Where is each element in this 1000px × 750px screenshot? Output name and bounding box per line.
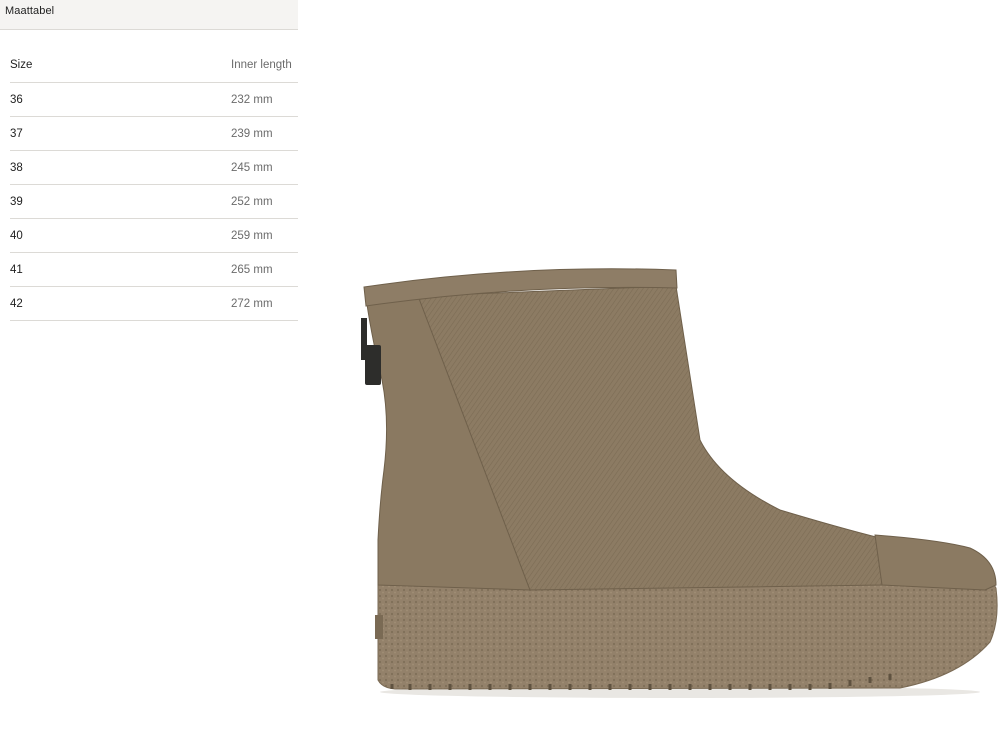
table-header-row: Size Inner length [10, 47, 298, 83]
inner-length-cell: 239 mm [231, 116, 298, 151]
table-row: 41 265 mm [10, 252, 298, 287]
header-size: Size [10, 47, 231, 83]
page: Maattabel Size Inner length 36 232 mm 37… [0, 0, 1000, 750]
panel-header: Maattabel [0, 0, 298, 30]
table-row: 36 232 mm [10, 82, 298, 117]
table-row: 38 245 mm [10, 150, 298, 185]
inner-length-cell: 259 mm [231, 218, 298, 253]
size-cell: 36 [10, 82, 231, 117]
panel-title: Maattabel [5, 5, 55, 17]
inner-length-cell: 232 mm [231, 82, 298, 117]
inner-length-cell: 272 mm [231, 286, 298, 321]
ankle-boot-icon [361, 268, 998, 698]
size-chart-panel: Maattabel Size Inner length 36 232 mm 37… [0, 0, 298, 321]
table-row: 42 272 mm [10, 286, 298, 321]
size-cell: 41 [10, 252, 231, 287]
inner-length-cell: 265 mm [231, 252, 298, 287]
table-row: 39 252 mm [10, 184, 298, 219]
size-cell: 40 [10, 218, 231, 253]
header-inner-length: Inner length [231, 47, 298, 83]
inner-length-cell: 252 mm [231, 184, 298, 219]
table-row: 40 259 mm [10, 218, 298, 253]
size-cell: 39 [10, 184, 231, 219]
table-row: 37 239 mm [10, 116, 298, 151]
product-image [350, 255, 1000, 700]
size-table: Size Inner length 36 232 mm 37 239 mm 38… [10, 47, 298, 321]
size-cell: 42 [10, 286, 231, 321]
inner-length-cell: 245 mm [231, 150, 298, 185]
size-cell: 38 [10, 150, 231, 185]
size-cell: 37 [10, 116, 231, 151]
